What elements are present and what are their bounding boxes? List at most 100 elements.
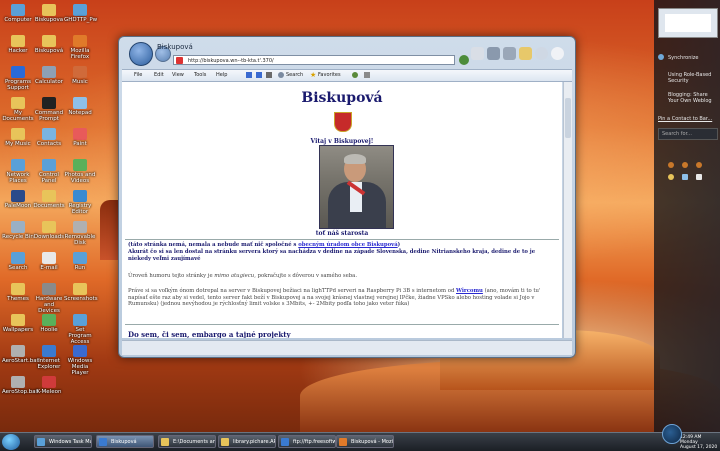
stop-icon[interactable] xyxy=(246,72,252,78)
desktop-icon-glyph xyxy=(73,35,87,47)
desktop-icon[interactable]: Recycle Bin xyxy=(2,221,34,240)
desktop-icon[interactable]: Removable Disk xyxy=(64,221,96,246)
desktop-icon[interactable]: AeroStop.bat xyxy=(2,376,38,395)
desktop-icon-glyph xyxy=(42,221,56,233)
desktop-icon[interactable]: Search xyxy=(2,252,34,271)
taskbar-clock[interactable]: 12:49 AM Monday August 17, 2020 xyxy=(680,435,717,450)
wircom-link[interactable]: Wircomu xyxy=(456,288,483,294)
desktop-icon[interactable]: AeroStart.bat xyxy=(2,345,39,364)
toolbar-search[interactable]: Search xyxy=(286,72,303,78)
page-icon[interactable] xyxy=(519,47,532,60)
taskbar-button-label: ftp://ftp.freesoftw... xyxy=(293,439,336,445)
desktop-icon[interactable]: Downloads xyxy=(33,221,65,240)
gadget-icon[interactable] xyxy=(696,162,702,168)
feeds-icon[interactable] xyxy=(487,47,500,60)
window-title: Biskupová xyxy=(157,43,193,51)
desktop-icon[interactable]: Paint xyxy=(64,128,96,147)
municipal-office-link[interactable]: obecným úradom obce Biskupová xyxy=(298,242,397,248)
desktop-icon[interactable]: Calculator xyxy=(33,66,65,85)
taskbar-button[interactable]: Windows Task Ma... xyxy=(34,435,92,448)
sidebar-globe-icon[interactable] xyxy=(662,424,682,444)
taskbar-button[interactable]: Biskupová xyxy=(96,435,154,448)
taskbar-button[interactable]: Biskupová - Mozilla ... xyxy=(336,435,394,448)
menu-edit[interactable]: Edit xyxy=(154,72,164,78)
desktop-icon[interactable]: Control Panel xyxy=(33,159,65,184)
desktop-icon[interactable]: Photos and Videos xyxy=(64,159,96,184)
desktop-icon[interactable]: E-mail xyxy=(33,252,65,271)
refresh-icon[interactable] xyxy=(256,72,262,78)
menu-view[interactable]: View xyxy=(172,72,184,78)
desktop-icon[interactable]: Hoolie xyxy=(33,314,65,333)
desktop-icon-label: Search xyxy=(8,265,28,271)
taskbar-button-label: Biskupová - Mozilla ... xyxy=(351,439,393,445)
taskbar-button[interactable]: E:\Documents and ... xyxy=(158,435,216,448)
desktop-icon[interactable]: Biskupova xyxy=(33,4,65,23)
search-small-icon[interactable] xyxy=(278,72,284,78)
desktop-icon[interactable]: Hardware and Devices xyxy=(33,283,65,314)
history-icon[interactable] xyxy=(352,72,358,78)
notice-paragraph: (táto stránka nemá, nemala a nebude mať … xyxy=(128,242,401,248)
sidebar-search-input[interactable]: Search for... xyxy=(658,128,718,140)
home-small-icon[interactable] xyxy=(266,72,272,78)
desktop-icon[interactable]: Command Prompt xyxy=(33,97,65,122)
gadget-icon[interactable] xyxy=(682,162,688,168)
desktop-icon[interactable]: Windows Media Player xyxy=(64,345,96,376)
desktop-icon[interactable]: Internet Explorer xyxy=(33,345,65,370)
desktop-icon-label: Paint xyxy=(73,141,87,147)
desktop-icon-glyph xyxy=(73,345,87,357)
desktop-icon[interactable]: Themes xyxy=(2,283,34,302)
sidebar-feed-item[interactable]: Blogging: Share Your Own Weblog xyxy=(668,92,718,104)
desktop-icon-label: Removable Disk xyxy=(64,234,96,246)
mail-icon[interactable] xyxy=(364,72,370,78)
desktop-icon[interactable]: Hacker xyxy=(2,35,34,54)
desktop-icon[interactable]: PaleMoon xyxy=(2,190,34,209)
gadget-icon[interactable] xyxy=(682,174,688,180)
desktop-icon[interactable]: GHDTTP_Pw xyxy=(64,4,97,23)
desktop-icon-glyph xyxy=(11,345,25,357)
taskbar-button[interactable]: library.pichare.APP... xyxy=(218,435,276,448)
desktop-icon[interactable]: Computer xyxy=(2,4,34,23)
search-icon[interactable] xyxy=(535,47,548,60)
sidebar-pin-link[interactable]: Pin a Contact to Bar... xyxy=(658,116,712,122)
menu-help[interactable]: Help xyxy=(216,72,227,78)
menu-tools[interactable]: Tools xyxy=(194,72,206,78)
browser-window: Biskupová http://biskupova.wn--tb-kta.t'… xyxy=(118,36,576,358)
address-bar[interactable]: http://biskupova.wn--tb-kta.t'.370/ xyxy=(173,55,455,65)
scrollbar-thumb[interactable] xyxy=(565,98,571,138)
help-icon[interactable] xyxy=(551,47,564,60)
sidebar-feed-item[interactable]: Using Role-Based Security xyxy=(668,72,718,84)
desktop-icon[interactable]: Run xyxy=(64,252,96,271)
menu-file[interactable]: File xyxy=(134,72,142,78)
go-button[interactable] xyxy=(459,55,469,65)
back-button[interactable] xyxy=(129,42,153,66)
desktop-icon[interactable]: Programs Support xyxy=(2,66,34,91)
gadget-icon[interactable] xyxy=(668,162,674,168)
desktop-icon-label: My Music xyxy=(5,141,31,147)
gadget-icon[interactable] xyxy=(696,174,702,180)
toolbar-favorites[interactable]: Favorites xyxy=(318,72,341,78)
desktop-icon[interactable]: Contacts xyxy=(33,128,65,147)
vertical-scrollbar[interactable] xyxy=(563,82,572,338)
desktop-icon[interactable]: Documents xyxy=(33,190,65,209)
desktop-icon[interactable]: Network Places xyxy=(2,159,34,184)
taskbar-button[interactable]: ftp://ftp.freesoftw... xyxy=(278,435,336,448)
sidebar-thumbnail[interactable] xyxy=(658,8,718,38)
desktop-icon[interactable]: Music xyxy=(64,66,96,85)
desktop-icon[interactable]: My Music xyxy=(2,128,34,147)
desktop-icon[interactable]: K-Meleon xyxy=(33,376,65,395)
home-icon[interactable] xyxy=(471,47,484,60)
desktop-icon[interactable]: Registry Editor xyxy=(64,190,96,215)
desktop-icon[interactable]: Notepad xyxy=(64,97,96,116)
desktop-icon[interactable]: Mozilla Firefox xyxy=(64,35,96,60)
desktop-icon[interactable]: Biskupová xyxy=(33,35,65,54)
sidebar-gadget-icons[interactable] xyxy=(668,162,708,186)
print-icon[interactable] xyxy=(503,47,516,60)
desktop-icon[interactable]: My Documents xyxy=(2,97,34,122)
desktop-icon[interactable]: Wallpapers xyxy=(2,314,34,333)
gadget-icon[interactable] xyxy=(668,174,674,180)
desktop-icon-label: Run xyxy=(74,265,86,271)
desktop-icon-label: Photos and Videos xyxy=(64,172,96,184)
start-button[interactable] xyxy=(2,434,20,450)
desktop-icon[interactable]: Screenshots xyxy=(64,283,98,302)
sidebar-synchronize[interactable]: Synchronize xyxy=(668,55,698,61)
